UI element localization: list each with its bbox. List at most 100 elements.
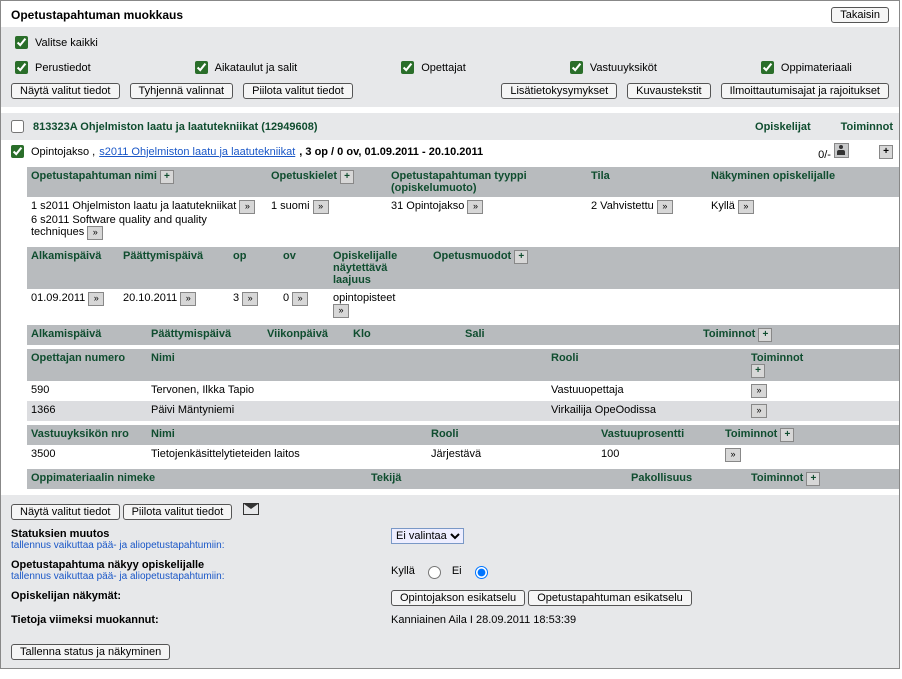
kylla-radio[interactable]: [428, 566, 441, 579]
last-modified-label: Tietoja viimeksi muokannut:: [11, 614, 391, 626]
description-button[interactable]: Kuvaustekstit: [627, 83, 710, 99]
col-vastuu-nro: Vastuuyksikön nro: [27, 425, 147, 445]
col-optoiminnot: Toiminnot: [751, 352, 803, 364]
ei-label: Ei: [452, 565, 462, 577]
person-icon[interactable]: [834, 143, 849, 158]
course-preview-button[interactable]: Opintojakson esikatselu: [391, 590, 525, 606]
show-selected-button-2[interactable]: Näytä valitut tiedot: [11, 504, 120, 520]
teacher-name-2: Päivi Mäntyniemi: [147, 401, 547, 421]
cell-tyyppi: 31 Opintojakso: [391, 200, 464, 212]
registration-button[interactable]: Ilmoittautumisajat ja rajoitukset: [721, 83, 889, 99]
col-tyyppi: Opetustapahtuman tyyppi (opiskelumuoto): [391, 170, 527, 194]
edit-icon[interactable]: »: [738, 200, 754, 214]
course-checkbox[interactable]: [11, 120, 24, 133]
teacher-name-1: Tervonen, Ilkka Tapio: [147, 381, 547, 401]
add-teacher-button[interactable]: +: [751, 364, 765, 378]
edit-icon[interactable]: »: [242, 292, 258, 306]
vastuuyksikot-label: Vastuuyksiköt: [590, 62, 657, 74]
edit-icon[interactable]: »: [725, 448, 741, 462]
col-oprooli: Rooli: [547, 349, 747, 381]
unit-nimi: Tietojenkäsittelytieteiden laitos: [147, 445, 427, 465]
cell-nimi-1: 1 s2011 Ohjelmiston laatu ja laatuteknii…: [31, 200, 236, 212]
aikataulut-checkbox[interactable]: [195, 61, 208, 74]
edit-icon[interactable]: »: [180, 292, 196, 306]
back-button[interactable]: Takaisin: [831, 7, 889, 23]
cell-op: 3: [233, 292, 239, 304]
col-alkamis: Alkamispäivä: [27, 247, 119, 289]
select-all-checkbox[interactable]: [15, 36, 28, 49]
col-ov: ov: [279, 247, 329, 289]
edit-icon[interactable]: »: [657, 200, 673, 214]
course-title: 813323A Ohjelmiston laatu ja laatuteknii…: [33, 121, 318, 133]
expand-muodot-button[interactable]: +: [514, 250, 528, 264]
status-select[interactable]: Ei valintaa: [391, 528, 464, 544]
extra-questions-button[interactable]: Lisätietokysymykset: [501, 83, 617, 99]
edit-icon[interactable]: »: [751, 384, 767, 398]
expand-kielet-button[interactable]: +: [340, 170, 354, 184]
cell-kielet: 1 suomi: [271, 200, 310, 212]
col-alkamis2: Alkamispäivä: [27, 325, 147, 345]
aikataulut-label: Aikataulut ja salit: [215, 62, 298, 74]
perustiedot-label: Perustiedot: [35, 62, 91, 74]
status-change-label: Statuksien muutos: [11, 528, 391, 540]
envelope-icon[interactable]: [243, 503, 259, 515]
opettajat-label: Opettajat: [421, 62, 466, 74]
col-material-toiminnot: Toiminnot: [751, 472, 803, 484]
teacher-role-1: Vastuuopettaja: [547, 381, 747, 401]
col-opnimi: Nimi: [147, 349, 547, 381]
course-type-label: Opintojakso ,: [31, 146, 95, 158]
edit-icon[interactable]: »: [467, 200, 483, 214]
ei-radio[interactable]: [475, 566, 488, 579]
hide-selected-button[interactable]: Piilota valitut tiedot: [243, 83, 353, 99]
edit-icon[interactable]: »: [751, 404, 767, 418]
visibility-sub: tallennus vaikuttaa pää- ja aliopetustap…: [11, 571, 391, 582]
course-link[interactable]: s2011 Ohjelmiston laatu ja laatutekniika…: [99, 146, 295, 158]
hide-selected-button-2[interactable]: Piilota valitut tiedot: [123, 504, 233, 520]
page-title: Opetustapahtuman muokkaus: [11, 8, 183, 22]
col-material-nimeke: Oppimateriaalin nimeke: [27, 469, 367, 489]
col-paattymis2: Päättymispäivä: [147, 325, 263, 345]
save-status-button[interactable]: Tallenna status ja näkyminen: [11, 644, 170, 660]
perustiedot-checkbox[interactable]: [15, 61, 28, 74]
edit-icon[interactable]: »: [292, 292, 308, 306]
select-all-label: Valitse kaikki: [35, 37, 98, 49]
clear-selection-button[interactable]: Tyhjennä valinnat: [130, 83, 234, 99]
add-unit-button[interactable]: +: [780, 428, 794, 442]
add-action-button[interactable]: +: [879, 145, 893, 159]
edit-icon[interactable]: »: [88, 292, 104, 306]
col-vastuu-rooli: Rooli: [427, 425, 597, 445]
show-selected-button[interactable]: Näytä valitut tiedot: [11, 83, 120, 99]
kylla-label: Kyllä: [391, 565, 415, 577]
col-laajuus: Opiskelijalle näytettävä laajuus: [329, 247, 429, 289]
col-vastuu-prosentti: Vastuuprosentti: [597, 425, 721, 445]
edit-icon[interactable]: »: [87, 226, 103, 240]
col-op: op: [229, 247, 279, 289]
col-paattymis: Päättymispäivä: [119, 247, 229, 289]
cell-nimi-2: 6 s2011 Software quality and quality tec…: [31, 214, 207, 238]
unit-prosentti: 100: [597, 445, 721, 465]
add-schedule-button[interactable]: +: [758, 328, 772, 342]
col-sali: Sali: [461, 325, 699, 345]
cell-ov: 0: [283, 292, 289, 304]
col-material-pakollisuus: Pakollisuus: [627, 469, 747, 489]
edit-icon[interactable]: »: [239, 200, 255, 214]
add-material-button[interactable]: +: [806, 472, 820, 486]
col-opnum: Opettajan numero: [27, 349, 147, 381]
event-preview-button[interactable]: Opetustapahtuman esikatselu: [528, 590, 692, 606]
opettajat-checkbox[interactable]: [401, 61, 414, 74]
student-views-label: Opiskelijan näkymät:: [11, 590, 391, 602]
col-nimi: Opetustapahtuman nimi: [31, 170, 157, 182]
col-toiminnot2: Toiminnot: [703, 328, 755, 340]
edit-icon[interactable]: »: [313, 200, 329, 214]
last-modified-value: Kanniainen Aila I 28.09.2011 18:53:39: [391, 614, 576, 626]
unit-rooli: Järjestävä: [427, 445, 597, 465]
cell-laajuus: opintopisteet: [333, 292, 395, 304]
col-vastuu-nimi: Nimi: [147, 425, 427, 445]
subcourse-checkbox[interactable]: [11, 145, 24, 158]
edit-icon[interactable]: »: [333, 304, 349, 318]
oppimateriaali-checkbox[interactable]: [761, 61, 774, 74]
col-kielet: Opetuskielet: [271, 170, 337, 182]
cell-alkamis: 01.09.2011: [31, 292, 85, 304]
vastuuyksikot-checkbox[interactable]: [570, 61, 583, 74]
expand-nimi-button[interactable]: +: [160, 170, 174, 184]
